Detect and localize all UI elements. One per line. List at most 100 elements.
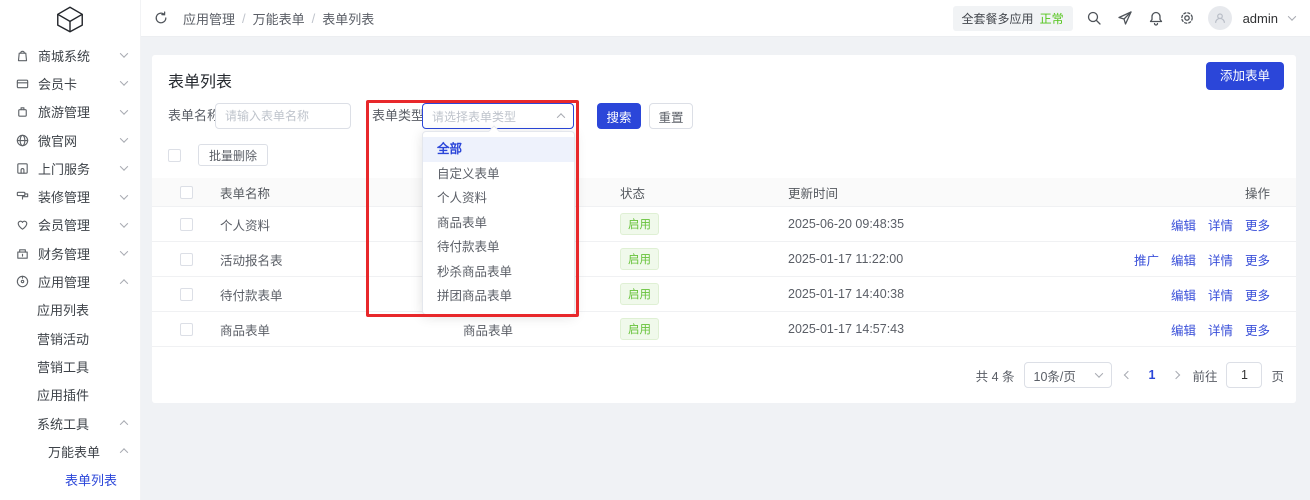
- detail-link[interactable]: 详情: [1208, 320, 1233, 339]
- avatar[interactable]: [1208, 6, 1232, 30]
- edit-link[interactable]: 编辑: [1171, 285, 1196, 304]
- select-all-checkbox[interactable]: [168, 149, 181, 162]
- breadcrumb-item[interactable]: 万能表单: [253, 9, 305, 28]
- next-page-button[interactable]: [1169, 372, 1183, 378]
- form-name-label: 表单名称: [168, 103, 220, 129]
- form-table: 表单名称 状态 更新时间 操作 个人资料 启用 2025-06-20 09:48…: [152, 178, 1296, 347]
- row-checkbox[interactable]: [180, 253, 193, 266]
- edit-link[interactable]: 编辑: [1171, 250, 1196, 269]
- batch-delete-button[interactable]: 批量删除: [198, 144, 268, 166]
- sidebar: 商城系统 会员卡 旅游管理 微官网 上门服务: [0, 0, 141, 500]
- detail-link[interactable]: 详情: [1208, 250, 1233, 269]
- chevron-up-icon: [120, 448, 128, 456]
- sidebar-item-door-service[interactable]: 上门服务: [0, 154, 140, 182]
- cell-updated: 2025-01-17 11:22:00: [788, 252, 1090, 266]
- dropdown-option-custom-form[interactable]: 自定义表单: [423, 162, 574, 187]
- refresh-icon[interactable]: [154, 11, 168, 25]
- bell-icon[interactable]: [1146, 8, 1166, 28]
- breadcrumb-item[interactable]: 应用管理: [183, 9, 235, 28]
- topbar: 应用管理 / 万能表单 / 表单列表 全套餐多应用 正常: [141, 0, 1310, 37]
- sidebar-item-form-list[interactable]: 表单列表: [0, 465, 140, 493]
- promote-link[interactable]: 推广: [1134, 250, 1159, 269]
- edit-link[interactable]: 编辑: [1171, 320, 1196, 339]
- finance-icon: [15, 246, 30, 261]
- more-link[interactable]: 更多: [1245, 215, 1270, 234]
- table-row: 待付款表单 启用 2025-01-17 14:40:38 编辑 详情 更多: [152, 277, 1296, 312]
- gear-icon[interactable]: [1177, 8, 1197, 28]
- sidebar-item-marketing-activity[interactable]: 营销活动: [0, 324, 140, 352]
- sidebar-item-label: 装修管理: [38, 187, 90, 206]
- sidebar-item-micro-site[interactable]: 微官网: [0, 126, 140, 154]
- dropdown-option-all[interactable]: 全部: [423, 137, 574, 162]
- detail-link[interactable]: 详情: [1208, 215, 1233, 234]
- page-size-select[interactable]: 10条/页: [1024, 362, 1112, 388]
- sidebar-item-travel[interactable]: 旅游管理: [0, 98, 140, 126]
- table-row: 活动报名表 启用 2025-01-17 11:22:00 推广 编辑 详情 更多: [152, 242, 1296, 277]
- search-button[interactable]: 搜索: [597, 103, 641, 129]
- form-type-select[interactable]: 请选择表单类型: [422, 103, 574, 129]
- username[interactable]: admin: [1243, 11, 1278, 26]
- goto-page-input[interactable]: [1226, 362, 1262, 388]
- dropdown-option-product-form[interactable]: 商品表单: [423, 211, 574, 236]
- logo[interactable]: [0, 0, 140, 41]
- dropdown-option-profile[interactable]: 个人资料: [423, 186, 574, 211]
- header-updated: 更新时间: [788, 183, 1090, 202]
- form-type-placeholder: 请选择表单类型: [432, 108, 516, 125]
- sidebar-item-label: 会员卡: [38, 74, 77, 93]
- edit-link[interactable]: 编辑: [1171, 215, 1196, 234]
- dropdown-option-group-buy-form[interactable]: 拼团商品表单: [423, 284, 574, 309]
- send-icon[interactable]: [1115, 8, 1135, 28]
- prev-page-button[interactable]: [1121, 372, 1135, 378]
- breadcrumb-item[interactable]: 表单列表: [322, 9, 374, 28]
- dropdown-option-flash-sale-form[interactable]: 秒杀商品表单: [423, 260, 574, 285]
- more-link[interactable]: 更多: [1245, 320, 1270, 339]
- chevron-down-icon: [120, 191, 128, 199]
- sidebar-item-member-manage[interactable]: 会员管理: [0, 211, 140, 239]
- row-checkbox[interactable]: [180, 218, 193, 231]
- sidebar-item-marketing-tools[interactable]: 营销工具: [0, 352, 140, 380]
- header-checkbox[interactable]: [180, 186, 193, 199]
- page-title: 表单列表: [168, 68, 232, 92]
- chevron-down-icon: [120, 163, 128, 171]
- sidebar-item-universal-form[interactable]: 万能表单: [0, 437, 140, 465]
- topbar-right: 全套餐多应用 正常 admin: [953, 6, 1295, 31]
- plan-status: 正常: [1040, 10, 1064, 27]
- header-status: 状态: [620, 183, 788, 202]
- detail-link[interactable]: 详情: [1208, 285, 1233, 304]
- table-header-row: 表单名称 状态 更新时间 操作: [152, 178, 1296, 207]
- sidebar-item-decorate[interactable]: 装修管理: [0, 182, 140, 210]
- add-form-button[interactable]: 添加表单: [1206, 62, 1284, 90]
- sidebar-item-app-list[interactable]: 应用列表: [0, 296, 140, 324]
- decorate-icon: [15, 189, 30, 204]
- sidebar-item-label: 应用插件: [37, 385, 89, 404]
- row-checkbox[interactable]: [180, 288, 193, 301]
- plan-badge[interactable]: 全套餐多应用 正常: [953, 6, 1073, 31]
- sidebar-item-system-tools[interactable]: 系统工具: [0, 409, 140, 437]
- door-service-icon: [15, 161, 30, 176]
- sidebar-item-shop-system[interactable]: 商城系统: [0, 41, 140, 69]
- more-link[interactable]: 更多: [1245, 285, 1270, 304]
- sidebar-item-finance[interactable]: 财务管理: [0, 239, 140, 267]
- heart-icon: [15, 217, 30, 232]
- status-badge: 启用: [620, 248, 659, 270]
- chevron-up-icon: [557, 113, 565, 121]
- sidebar-item-label: 上门服务: [38, 159, 90, 178]
- sidebar-item-app-manage[interactable]: 应用管理: [0, 267, 140, 295]
- sidebar-item-app-plugin[interactable]: 应用插件: [0, 381, 140, 409]
- current-page[interactable]: 1: [1144, 368, 1161, 382]
- chevron-down-icon: [120, 106, 128, 114]
- sidebar-item-label: 商城系统: [38, 46, 90, 65]
- chevron-down-icon: [120, 219, 128, 227]
- chevron-down-icon: [120, 78, 128, 86]
- chevron-down-icon[interactable]: [1288, 12, 1296, 20]
- form-name-input[interactable]: [215, 103, 351, 129]
- dropdown-option-pending-payment-form[interactable]: 待付款表单: [423, 235, 574, 260]
- more-link[interactable]: 更多: [1245, 250, 1270, 269]
- globe-icon: [15, 133, 30, 148]
- search-icon[interactable]: [1084, 8, 1104, 28]
- sidebar-item-label: 万能表单: [48, 442, 100, 461]
- sidebar-item-member-card[interactable]: 会员卡: [0, 69, 140, 97]
- sidebar-item-label: 营销活动: [37, 329, 89, 348]
- row-checkbox[interactable]: [180, 323, 193, 336]
- reset-button[interactable]: 重置: [649, 103, 693, 129]
